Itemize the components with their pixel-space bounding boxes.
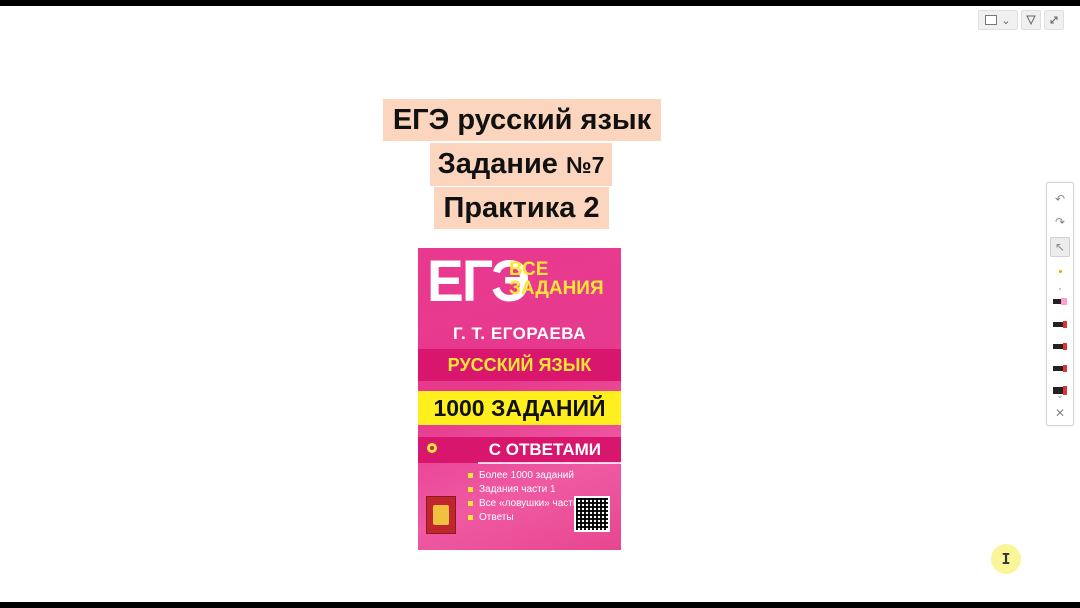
title-line-2-number: №7 [565,152,605,178]
redo-icon: ↷ [1054,215,1066,229]
more-tools-button[interactable]: ⌄ [1050,391,1070,401]
cover-series: ВСЕ ЗАДАНИЯ [509,259,604,299]
annotation-toolbar: ↶ ↷ ↖ ⌄ ✕ [1046,182,1074,426]
title-line-2-main: Задание [437,148,566,180]
undo-button[interactable]: ↶ [1050,189,1070,209]
close-toolbar-button[interactable]: ✕ [1050,403,1070,423]
cover-author: Г. Т. ЕГОРАЕВА [452,324,586,343]
layout-rect-icon [985,15,998,25]
chevron-down-icon: ⌄ [1056,391,1064,401]
cover-subject: РУССКИЙ ЯЗЫК [418,349,621,381]
view-controls: ⌄ [978,10,1064,30]
publisher-logo-icon [426,496,456,534]
layout-dropdown-button[interactable]: ⌄ [978,10,1018,30]
highlighter-tool[interactable] [1050,291,1070,311]
close-icon: ✕ [1054,406,1066,420]
filter-button[interactable] [1021,10,1041,30]
yellow-dot-icon [1058,269,1062,273]
funnel-icon [1026,15,1036,25]
cover-bullet: Более 1000 заданий [468,470,618,482]
expand-button[interactable] [1044,10,1064,30]
marker-red-icon [1053,342,1067,350]
book-cover-image: ЕГЭ ВСЕ ЗАДАНИЯ Г. Т. ЕГОРАЕВА РУССКИЙ Я… [418,248,621,550]
title-line-2: Задание №7 [430,143,612,186]
text-cursor-icon: I [1001,550,1011,568]
expand-icon [1050,16,1058,24]
chevron-down-icon: ⌄ [1001,13,1011,27]
cover-divider [478,462,621,464]
circle-icon [427,443,437,453]
marker-tool-1[interactable] [1050,314,1070,334]
presentation-slide: ⌄ ЕГЭ русский язык Задание №7 Практика 2… [0,6,1080,602]
cover-bullet: Задания части 1 [468,484,618,496]
highlighter-icon [1053,297,1067,305]
marker-red-icon [1053,364,1067,372]
pointer-tool-button[interactable]: ↖ [1050,237,1070,257]
title-line-1: ЕГЭ русский язык [383,99,661,141]
title-line-3: Практика 2 [434,187,609,229]
cover-answers-label: С ОТВЕТАМИ [488,440,601,459]
cover-answers: С ОТВЕТАМИ [418,437,621,463]
marker-tool-2[interactable] [1050,336,1070,356]
marker-red-icon [1053,320,1067,328]
undo-icon: ↶ [1054,192,1066,206]
cover-count: 1000 ЗАДАНИЙ [418,391,621,425]
pointer-icon: ↖ [1054,240,1066,254]
text-cursor-indicator: I [991,544,1021,574]
small-dot-icon [1059,288,1061,290]
marker-tool-3[interactable] [1050,358,1070,378]
redo-button[interactable]: ↷ [1050,212,1070,232]
yellow-dot-tool[interactable] [1050,261,1070,281]
qr-code-icon [574,496,610,532]
